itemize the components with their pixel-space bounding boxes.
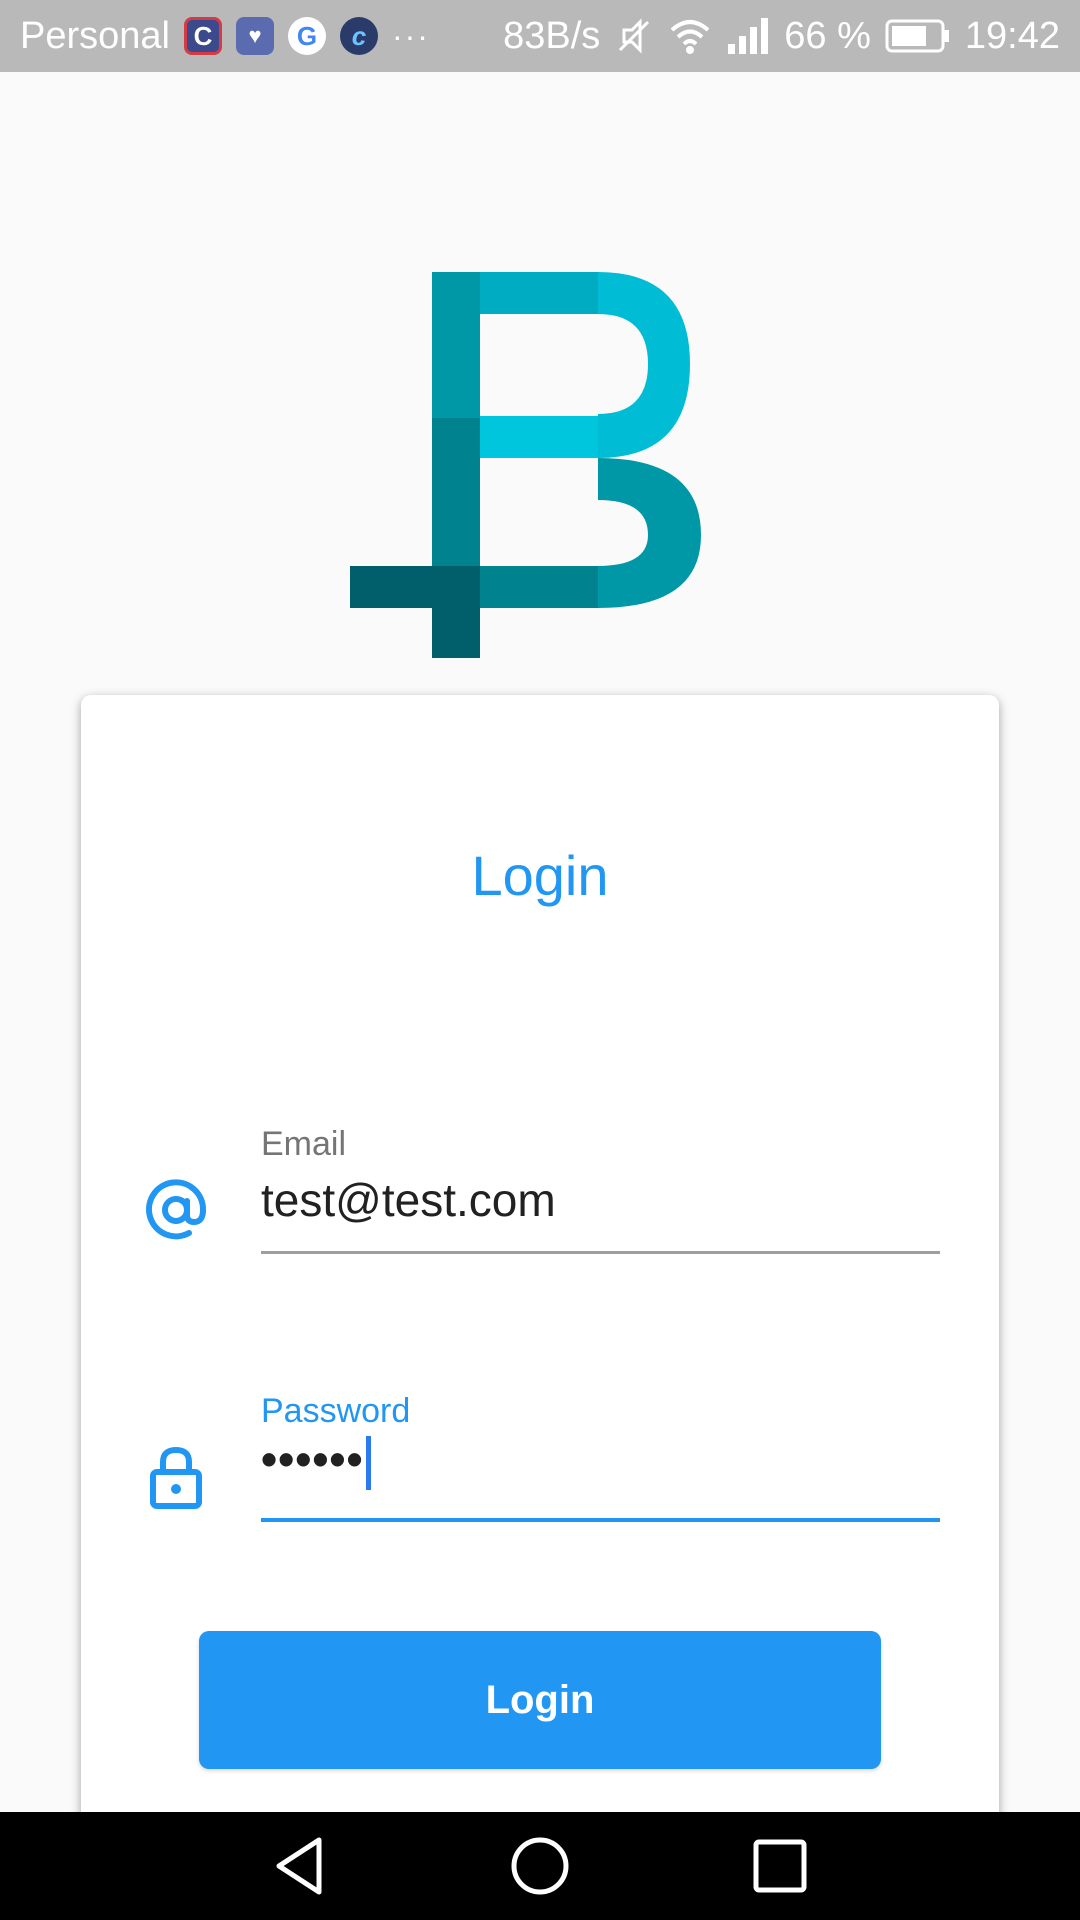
page-title: Login (471, 844, 609, 907)
app-logo (350, 272, 701, 658)
email-input[interactable]: test@test.com (261, 1173, 556, 1227)
screen: Personal C ♥ G c ··· 83B/s 66 % 19:42 Lo… (0, 0, 1080, 1920)
home-icon[interactable] (504, 1830, 576, 1902)
login-card: Login Email test@test.com Password •••••… (81, 695, 999, 1920)
email-underline (261, 1251, 940, 1254)
password-input[interactable]: •••••• (261, 1432, 371, 1490)
back-icon[interactable] (263, 1830, 335, 1902)
email-field[interactable]: Email test@test.com (81, 1125, 999, 1285)
password-dots: •••••• (261, 1433, 364, 1485)
password-field[interactable]: Password •••••• (81, 1392, 999, 1552)
at-sign-icon (146, 1179, 207, 1240)
text-cursor (365, 1435, 371, 1490)
password-underline (261, 1518, 940, 1522)
lock-icon (150, 1446, 202, 1509)
recent-apps-icon[interactable] (744, 1830, 816, 1902)
login-button[interactable]: Login (199, 1631, 881, 1769)
password-label: Password (261, 1392, 411, 1430)
email-label: Email (261, 1125, 347, 1163)
navigation-bar (0, 1812, 1080, 1920)
